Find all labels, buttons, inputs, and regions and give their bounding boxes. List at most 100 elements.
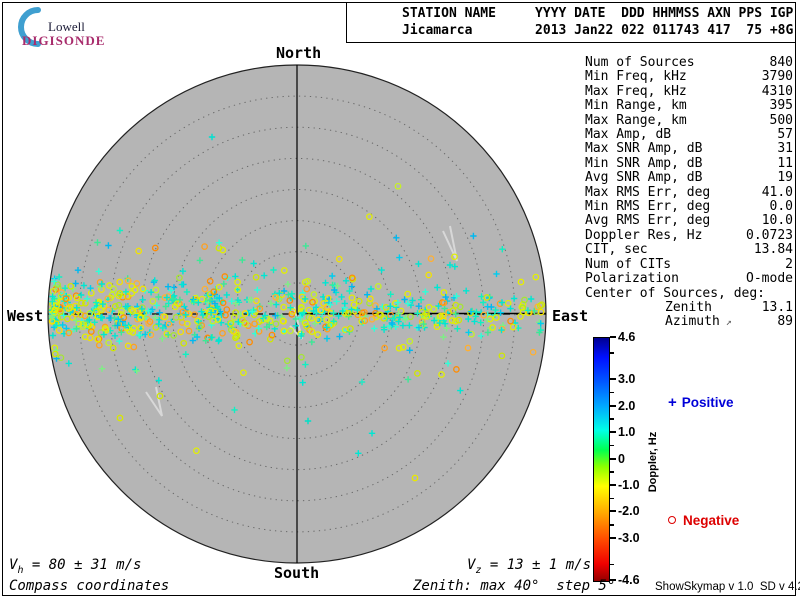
stat-label: Avg SNR Amp, dB <box>585 170 703 186</box>
colorbar-tick-label: -3.0 <box>618 530 640 545</box>
stat-value: 89 <box>777 314 793 330</box>
stat-value: 0.0723 <box>746 227 793 243</box>
colorbar-tick-label: -1.0 <box>618 477 640 492</box>
stat-label: Num of CITs <box>585 256 672 272</box>
stat-row: Avg SNR Amp, dB 19 <box>585 170 793 186</box>
stat-row: Max Range, km 500 <box>585 112 793 128</box>
stat-row: Azimuth ↗ 89 <box>585 314 793 330</box>
stat-row: Polarization O-mode <box>585 271 793 287</box>
colorbar-tick <box>610 336 616 338</box>
colorbar-minor-tick <box>610 418 614 420</box>
circle-icon <box>668 516 676 524</box>
vh-readout: Vh = 80 ± 31 m/s <box>9 557 141 576</box>
legend-negative: Negative <box>668 513 739 528</box>
colorbar-tick-label: 3.0 <box>618 372 636 387</box>
stat-value: 0.0 <box>769 199 793 215</box>
compass-east-label: East <box>552 307 589 325</box>
colorbar-tick-label: -2.0 <box>618 504 640 519</box>
stat-value: O-mode <box>746 271 793 287</box>
stat-row: CIT, sec 13.84 <box>585 242 793 258</box>
stats-panel: Num of Sources 840 Min Freq, kHz 3790 Max Fr… <box>585 55 793 331</box>
stat-value: 19 <box>777 170 793 186</box>
stat-value: 500 <box>769 112 793 128</box>
stat-label: Min Range, km <box>585 98 687 114</box>
stat-row: Num of CITs 2 <box>585 256 793 272</box>
azimuth-arrow-icon: ↗ <box>725 317 732 329</box>
colorbar-tick <box>610 378 616 381</box>
colorbar-title: Doppler, Hz <box>647 431 659 493</box>
stat-label: Max Amp, dB <box>585 127 672 143</box>
colorbar-tick-label: 1.0 <box>618 425 636 440</box>
stat-row: Zenith 13.1 <box>585 299 793 315</box>
colorbar-tick <box>610 483 616 486</box>
stat-row: Max Freq, kHz 4310 <box>585 83 793 99</box>
colorbar-minor-tick <box>610 352 614 354</box>
stat-value: 840 <box>769 55 793 70</box>
stat-row: Min Freq, kHz 3790 <box>585 69 793 85</box>
vz-value: = 13 ± 1 m/s <box>481 557 592 573</box>
stat-label: Num of Sources <box>585 55 695 70</box>
stat-value: 13.84 <box>753 242 793 258</box>
plus-icon: + <box>668 394 677 411</box>
colorbar-minor-tick <box>610 524 614 526</box>
colorbar-minor-tick <box>610 471 614 473</box>
stat-label: Max Range, km <box>585 112 687 128</box>
compass-north-label: North <box>276 44 322 62</box>
stat-value: 11 <box>777 155 793 171</box>
stat-label: Max RMS Err, deg <box>585 184 711 200</box>
stat-row: Min SNR Amp, dB 11 <box>585 155 793 171</box>
doppler-colorbar <box>593 337 610 582</box>
stat-row: Doppler Res, Hz 0.0723 <box>585 227 793 243</box>
vh-value: = 80 ± 31 m/s <box>23 557 142 573</box>
colorbar-tick <box>610 404 616 407</box>
stat-value: 31 <box>777 141 793 157</box>
stat-value: 2 <box>785 256 793 272</box>
stat-value: 3790 <box>761 69 793 85</box>
zenith-note: Zenith: max 40° step 5° <box>413 578 616 594</box>
stat-row: Min Range, km 395 <box>585 98 793 114</box>
stat-value: 395 <box>769 98 793 114</box>
stat-row: Center of Sources, deg: <box>585 285 793 301</box>
stat-label: Doppler Res, Hz <box>585 227 703 243</box>
stat-label: Zenith <box>665 299 712 315</box>
stat-row: Num of Sources 840 <box>585 55 793 70</box>
legend-positive: + Positive <box>668 394 734 411</box>
compass-south-label: South <box>274 564 320 582</box>
stat-row: Max SNR Amp, dB 31 <box>585 141 793 157</box>
colorbar-minor-tick <box>610 391 614 394</box>
stat-label: Center of Sources, deg: <box>585 285 766 301</box>
stat-label: Avg RMS Err, deg <box>585 213 711 229</box>
stat-value: 57 <box>777 127 793 143</box>
colorbar-tick <box>610 536 616 539</box>
stat-row: Min RMS Err, deg 0.0 <box>585 199 793 215</box>
legend-negative-label: Negative <box>683 513 740 528</box>
version-text: ShowSkymap v 1.0 SD v 4.2 <box>655 581 800 593</box>
stat-label: Min RMS Err, deg <box>585 199 711 215</box>
vz-readout: Vz = 13 ± 1 m/s <box>467 557 591 576</box>
stat-label: Max Freq, kHz <box>585 83 687 99</box>
stat-label: Min Freq, kHz <box>585 69 687 85</box>
compass-west-label: West <box>7 307 44 325</box>
stat-value: 41.0 <box>761 184 793 200</box>
coordinates-note: Compass coordinates <box>9 578 170 594</box>
colorbar-minor-tick <box>610 444 614 447</box>
colorbar-tick <box>610 457 616 460</box>
colorbar-tick-label: 4.6 <box>618 330 636 344</box>
stat-row: Max RMS Err, deg 41.0 <box>585 184 793 200</box>
stat-value: 10.0 <box>761 213 793 229</box>
stat-value: 4310 <box>761 83 793 99</box>
stat-label: CIT, sec <box>585 242 648 258</box>
stat-row: Max Amp, dB 57 <box>585 127 793 143</box>
stat-label: Min SNR Amp, dB <box>585 155 703 171</box>
colorbar-tick-label: -4.6 <box>618 573 640 587</box>
colorbar-minor-tick <box>610 497 614 500</box>
stat-label: Azimuth ↗ <box>665 314 732 330</box>
stat-label: Max SNR Amp, dB <box>585 141 703 157</box>
legend-positive-label: Positive <box>681 395 734 410</box>
colorbar-tick <box>610 431 616 434</box>
showskymap-window: Lowell DIGISONDE STATION NAME YYYY DATE … <box>0 0 800 600</box>
colorbar-tick-label: 2.0 <box>618 398 636 413</box>
stat-row: Avg RMS Err, deg 10.0 <box>585 213 793 229</box>
colorbar-minor-tick <box>610 563 614 566</box>
stat-value: 13.1 <box>761 299 793 315</box>
